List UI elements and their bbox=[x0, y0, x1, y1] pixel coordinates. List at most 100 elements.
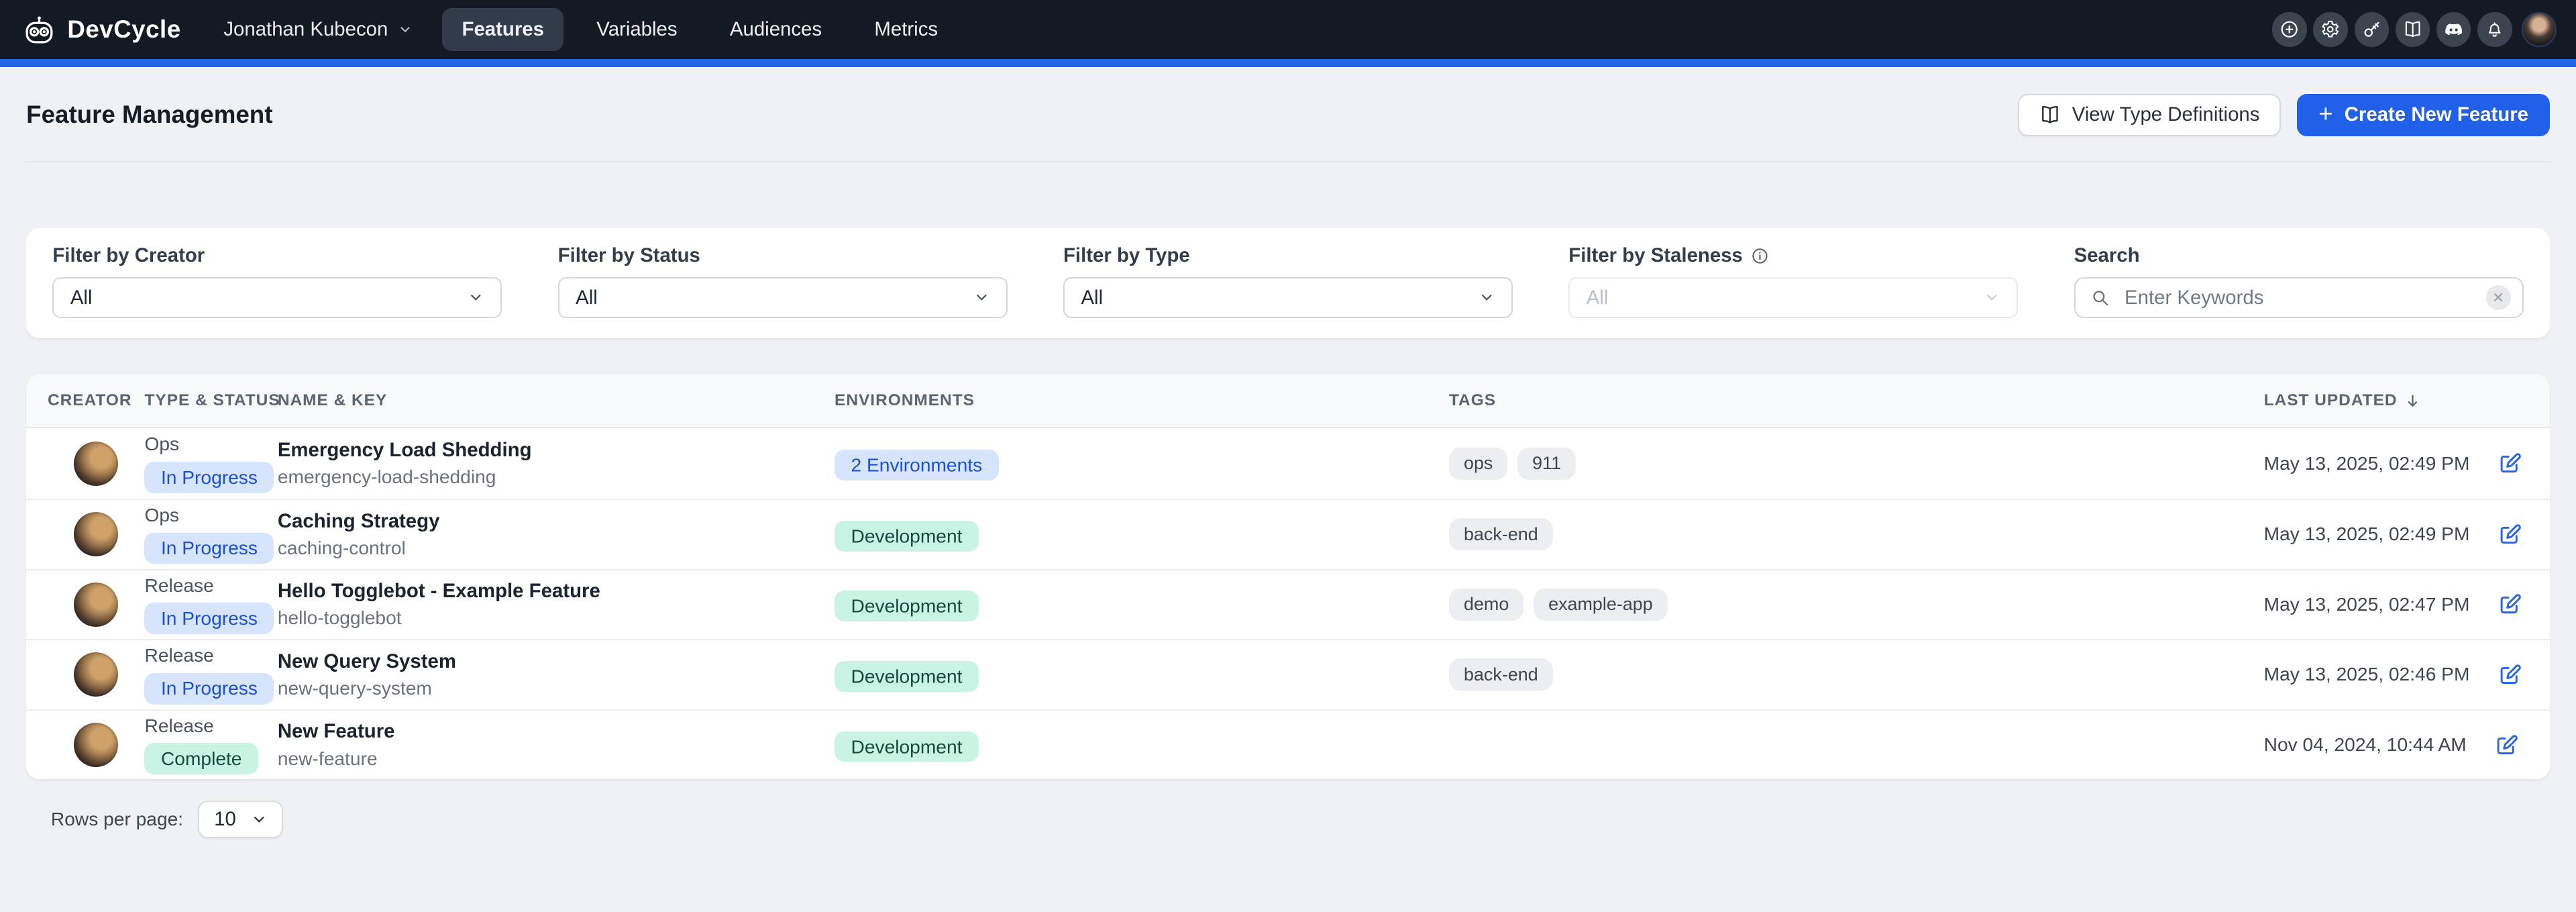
info-icon[interactable] bbox=[1751, 247, 1769, 265]
nav-tab-variables[interactable]: Variables bbox=[577, 8, 697, 50]
chevron-down-icon bbox=[468, 289, 484, 305]
search-label: Search bbox=[2074, 244, 2524, 267]
environments-badge[interactable]: Development bbox=[835, 521, 979, 552]
edit-feature-button[interactable] bbox=[2498, 592, 2522, 617]
docs-button[interactable] bbox=[2396, 12, 2430, 46]
accent-bar bbox=[0, 59, 2576, 67]
table-row[interactable]: Release In Progress Hello Togglebot - Ex… bbox=[26, 569, 2550, 640]
feature-type: Ops bbox=[144, 505, 179, 526]
edit-pencil-icon bbox=[2498, 522, 2522, 547]
feature-name[interactable]: Hello Togglebot - Example Feature bbox=[278, 580, 835, 603]
type-status-cell: Release In Progress bbox=[144, 575, 277, 634]
header-actions: View Type Definitions + Create New Featu… bbox=[2018, 94, 2550, 137]
creator-cell bbox=[26, 652, 144, 697]
chevron-down-icon bbox=[1479, 289, 1495, 305]
environments-badge[interactable]: 2 Environments bbox=[835, 450, 999, 480]
feature-name[interactable]: New Feature bbox=[278, 720, 835, 743]
page-title: Feature Management bbox=[26, 101, 272, 129]
tag-pill: example-app bbox=[1534, 589, 1668, 621]
edit-pencil-icon bbox=[2498, 451, 2522, 476]
search-box: ✕ bbox=[2074, 277, 2524, 318]
view-type-definitions-button[interactable]: View Type Definitions bbox=[2018, 94, 2280, 137]
table-header: CREATOR TYPE & STATUS NAME & KEY ENVIRON… bbox=[26, 374, 2550, 429]
creator-avatar bbox=[74, 723, 118, 767]
tags-cell: demo example-app bbox=[1449, 589, 2264, 621]
tag-pill: back-end bbox=[1449, 658, 1553, 691]
discord-button[interactable] bbox=[2436, 12, 2471, 46]
add-button[interactable] bbox=[2272, 12, 2306, 46]
header-divider bbox=[26, 161, 2550, 162]
environments-badge[interactable]: Development bbox=[835, 591, 979, 621]
feature-key: caching-control bbox=[278, 538, 835, 559]
search-input[interactable] bbox=[2121, 285, 2475, 311]
nav-tabs: Features Variables Audiences Metrics bbox=[442, 8, 957, 50]
feature-name[interactable]: Emergency Load Shedding bbox=[278, 439, 835, 462]
column-header-creator: CREATOR bbox=[26, 391, 144, 410]
tag-pill: 911 bbox=[1517, 448, 1576, 480]
creator-avatar bbox=[74, 442, 118, 486]
tags-cell: back-end bbox=[1449, 518, 2264, 550]
chevron-down-icon bbox=[973, 289, 989, 305]
feature-analytics-button[interactable] bbox=[2547, 733, 2550, 758]
filter-status-value: All bbox=[576, 287, 598, 309]
filter-staleness-value: All bbox=[1587, 287, 1609, 309]
feature-key: emergency-load-shedding bbox=[278, 466, 835, 488]
name-key-cell: Emergency Load Shedding emergency-load-s… bbox=[278, 439, 835, 488]
gear-icon bbox=[2320, 19, 2340, 39]
status-badge: In Progress bbox=[144, 533, 274, 564]
edit-feature-button[interactable] bbox=[2498, 522, 2522, 547]
chevron-down-icon bbox=[251, 811, 267, 827]
view-type-definitions-label: View Type Definitions bbox=[2072, 103, 2260, 126]
filter-creator-select[interactable]: All bbox=[52, 277, 502, 318]
environments-badge[interactable]: Development bbox=[835, 731, 979, 762]
environments-cell: Development bbox=[835, 590, 1449, 619]
edit-feature-button[interactable] bbox=[2494, 733, 2519, 758]
rows-per-page-select[interactable]: 10 bbox=[198, 801, 283, 838]
table-row[interactable]: Ops In Progress Emergency Load Shedding … bbox=[26, 428, 2550, 499]
environments-cell: Development bbox=[835, 519, 1449, 549]
create-new-feature-label: Create New Feature bbox=[2345, 103, 2528, 126]
create-new-feature-button[interactable]: + Create New Feature bbox=[2297, 94, 2550, 137]
table-row[interactable]: Release In Progress New Query System new… bbox=[26, 639, 2550, 709]
chevron-down-icon bbox=[1984, 289, 2000, 305]
api-keys-button[interactable] bbox=[2355, 12, 2389, 46]
environments-cell: 2 Environments bbox=[835, 449, 1449, 478]
filter-status-select[interactable]: All bbox=[558, 277, 1008, 318]
last-updated-value: May 13, 2025, 02:47 PM bbox=[2264, 594, 2470, 615]
nav-tab-audiences[interactable]: Audiences bbox=[710, 8, 842, 50]
tag-pill: demo bbox=[1449, 589, 1523, 621]
page-header: Feature Management View Type Definitions… bbox=[0, 67, 2576, 161]
column-header-last-updated[interactable]: LAST UPDATED bbox=[2264, 391, 2550, 410]
edit-feature-button[interactable] bbox=[2498, 662, 2522, 687]
feature-name[interactable]: New Query System bbox=[278, 650, 835, 673]
status-badge: In Progress bbox=[144, 603, 274, 634]
table-row[interactable]: Ops In Progress Caching Strategy caching… bbox=[26, 499, 2550, 569]
plus-icon: + bbox=[2318, 102, 2332, 127]
name-key-cell: Caching Strategy caching-control bbox=[278, 510, 835, 559]
last-updated-cell: May 13, 2025, 02:49 PM bbox=[2264, 522, 2550, 547]
last-updated-value: May 13, 2025, 02:49 PM bbox=[2264, 523, 2470, 545]
bell-icon bbox=[2485, 19, 2504, 39]
type-status-cell: Release Complete bbox=[144, 715, 277, 774]
feature-name[interactable]: Caching Strategy bbox=[278, 510, 835, 533]
org-selector[interactable]: Jonathan Kubecon bbox=[223, 18, 413, 41]
edit-feature-button[interactable] bbox=[2498, 451, 2522, 476]
nav-tab-metrics[interactable]: Metrics bbox=[855, 8, 957, 50]
notifications-button[interactable] bbox=[2477, 12, 2512, 46]
user-avatar[interactable] bbox=[2522, 12, 2556, 46]
devcycle-logo[interactable]: DevCycle bbox=[23, 13, 180, 46]
environments-cell: Development bbox=[835, 730, 1449, 760]
filter-type-select[interactable]: All bbox=[1063, 277, 1513, 318]
table-row[interactable]: Release Complete New Feature new-feature… bbox=[26, 709, 2550, 780]
pagination: Rows per page: 10 bbox=[26, 801, 2550, 838]
environments-badge[interactable]: Development bbox=[835, 661, 979, 692]
creator-avatar bbox=[74, 512, 118, 556]
clear-search-icon[interactable]: ✕ bbox=[2486, 285, 2511, 310]
nav-tab-features[interactable]: Features bbox=[442, 8, 564, 50]
edit-pencil-icon bbox=[2498, 662, 2522, 687]
settings-button[interactable] bbox=[2313, 12, 2347, 46]
filter-type-group: Filter by Type All bbox=[1063, 244, 1513, 318]
app-window: DevCycle Jonathan Kubecon Features Varia… bbox=[0, 0, 2576, 912]
tag-pill: back-end bbox=[1449, 518, 1553, 550]
status-badge: In Progress bbox=[144, 673, 274, 705]
